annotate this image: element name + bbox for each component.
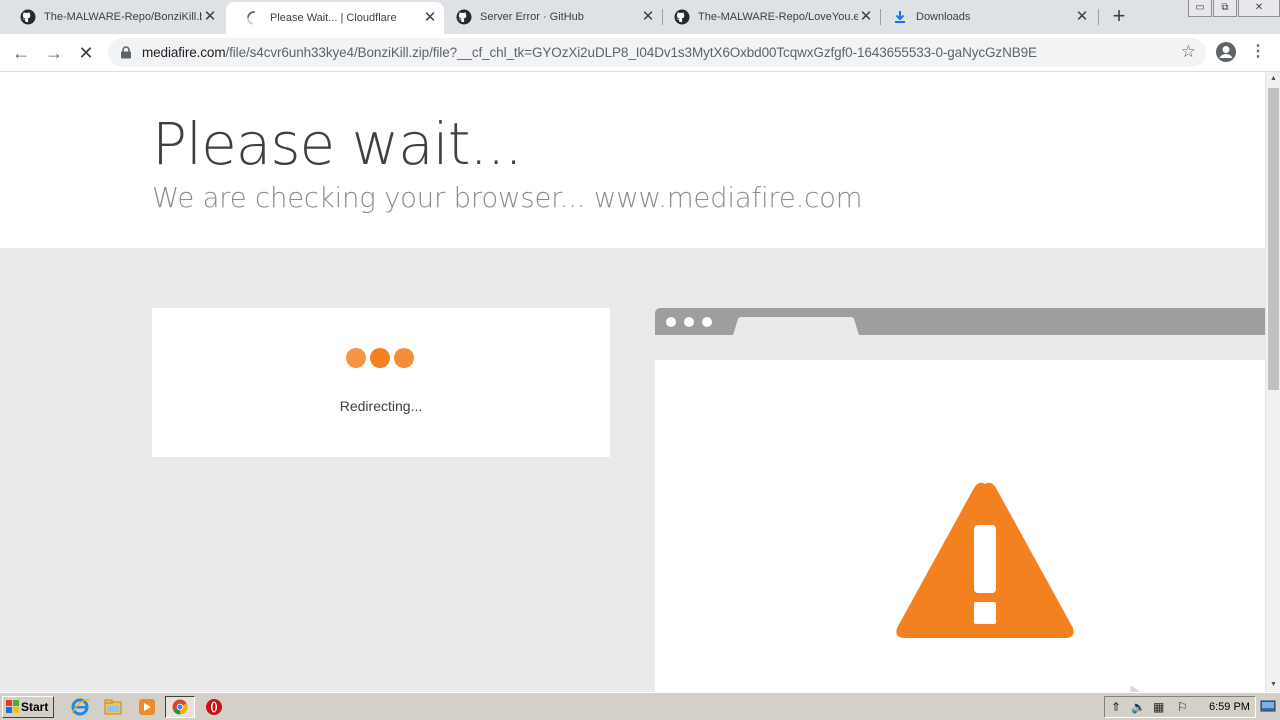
network-icon[interactable]: ▦ bbox=[1153, 700, 1164, 714]
minimize-button[interactable]: ▭ bbox=[1188, 0, 1212, 17]
bookmark-star-icon[interactable]: ☆ bbox=[1181, 42, 1196, 62]
tab-bonzikill-repo[interactable]: The-MALWARE-Repo/BonziKill.bat ✕ bbox=[0, 0, 224, 34]
redirect-status: Redirecting... bbox=[339, 398, 423, 414]
browser-illustration bbox=[655, 308, 1265, 692]
tab-github-server-error[interactable]: Server Error · GitHub ✕ bbox=[446, 0, 662, 34]
tab-title: Server Error · GitHub bbox=[480, 11, 584, 23]
tab-strip: The-MALWARE-Repo/BonziKill.bat ✕ Please … bbox=[0, 0, 1280, 34]
file-explorer-icon[interactable] bbox=[103, 697, 123, 717]
tab-loveyou-repo[interactable]: The-MALWARE-Repo/LoveYou.exe ✕ bbox=[664, 0, 880, 34]
stop-loading-button[interactable]: ✕ bbox=[75, 42, 97, 64]
scroll-down-arrow-icon[interactable]: ▼ bbox=[1266, 678, 1280, 692]
browser-toolbar: ← → ✕ mediafire.com/file/s4cvr6unh33kye4… bbox=[0, 34, 1280, 72]
illustration-tab bbox=[733, 317, 859, 335]
tab-title: The-MALWARE-Repo/BonziKill.bat bbox=[44, 11, 202, 23]
illustration-toolbar bbox=[655, 335, 1265, 360]
page-title: Please wait... bbox=[152, 110, 523, 178]
tab-close-button[interactable]: ✕ bbox=[1074, 9, 1090, 25]
page-viewport: Please wait... We are checking your brow… bbox=[0, 72, 1265, 692]
back-button[interactable]: ← bbox=[10, 42, 32, 64]
page-subtitle: We are checking your browser... www.medi… bbox=[152, 182, 863, 214]
action-center-flag-icon[interactable]: ⚐ bbox=[1177, 700, 1188, 714]
lock-icon bbox=[120, 46, 132, 59]
tab-title: The-MALWARE-Repo/LoveYou.exe bbox=[698, 11, 858, 23]
show-desktop-icon[interactable] bbox=[1260, 698, 1276, 714]
loading-dot bbox=[394, 348, 414, 368]
loading-dot bbox=[370, 348, 390, 368]
scrollbar-thumb[interactable] bbox=[1268, 88, 1279, 390]
illustration-body bbox=[655, 360, 1265, 692]
browser-menu-button[interactable]: ⋮ bbox=[1250, 42, 1266, 62]
windows-logo-icon bbox=[6, 700, 19, 713]
url-host: mediafire.com bbox=[142, 45, 226, 60]
tab-separator bbox=[1098, 9, 1099, 25]
tab-close-button[interactable]: ✕ bbox=[202, 9, 218, 25]
start-label: Start bbox=[21, 700, 49, 714]
tab-separator bbox=[880, 9, 881, 25]
tab-close-button[interactable]: ✕ bbox=[858, 9, 874, 25]
tab-close-button[interactable]: ✕ bbox=[422, 10, 438, 26]
anyrun-watermark-logo: ANY RUN bbox=[1040, 685, 1240, 692]
chrome-icon bbox=[172, 699, 188, 715]
page-header: Please wait... We are checking your brow… bbox=[0, 72, 1265, 248]
tab-close-button[interactable]: ✕ bbox=[640, 9, 656, 25]
vertical-scrollbar[interactable]: ▲ ▼ bbox=[1265, 72, 1280, 692]
url-text: mediafire.com/file/s4cvr6unh33kye4/Bonzi… bbox=[142, 45, 1037, 60]
scroll-up-arrow-icon[interactable]: ▲ bbox=[1266, 72, 1280, 86]
window-controls: ▭ ⧉ ✕ bbox=[1187, 0, 1280, 18]
windows-taskbar: Start ⇑ 🔈 ▦ ⚐ 6:59 PM bbox=[0, 692, 1280, 720]
show-hidden-icons-icon[interactable]: ⇑ bbox=[1111, 700, 1121, 714]
illustration-dot bbox=[702, 317, 712, 327]
new-tab-button[interactable]: + bbox=[1108, 5, 1130, 28]
restore-button[interactable]: ⧉ bbox=[1213, 0, 1237, 17]
illustration-dot bbox=[684, 317, 694, 327]
github-icon bbox=[674, 9, 690, 25]
system-tray: ⇑ 🔈 ▦ ⚐ 6:59 PM bbox=[1104, 696, 1256, 718]
internet-explorer-icon[interactable] bbox=[70, 697, 90, 717]
close-window-button[interactable]: ✕ bbox=[1238, 0, 1280, 17]
taskbar-clock[interactable]: 6:59 PM bbox=[1209, 701, 1250, 713]
github-icon bbox=[20, 9, 36, 25]
download-icon bbox=[892, 9, 908, 25]
volume-icon[interactable]: 🔈 bbox=[1131, 700, 1146, 714]
warning-triangle-icon bbox=[896, 482, 1074, 638]
tab-downloads[interactable]: Downloads ✕ bbox=[882, 0, 1096, 34]
forward-button[interactable]: → bbox=[43, 42, 65, 64]
media-player-icon[interactable] bbox=[137, 697, 157, 717]
start-button[interactable]: Start bbox=[2, 696, 54, 718]
illustration-titlebar bbox=[655, 308, 1265, 335]
loading-dots-icon bbox=[346, 348, 418, 368]
chrome-taskbar-button[interactable] bbox=[165, 696, 195, 718]
profile-avatar-icon[interactable] bbox=[1215, 41, 1237, 63]
github-icon bbox=[456, 9, 472, 25]
tab-title: Downloads bbox=[916, 11, 971, 23]
loading-dot bbox=[346, 348, 366, 368]
tab-title: Please Wait... | Cloudflare bbox=[270, 12, 397, 24]
tab-separator bbox=[662, 9, 663, 25]
opera-icon[interactable] bbox=[204, 697, 224, 717]
loading-spinner-icon bbox=[246, 10, 262, 26]
url-path: /file/s4cvr6unh33kye4/BonziKill.zip/file… bbox=[225, 45, 1037, 60]
illustration-dot bbox=[666, 317, 676, 327]
address-bar[interactable]: mediafire.com/file/s4cvr6unh33kye4/Bonzi… bbox=[108, 38, 1206, 67]
redirect-card: Redirecting... bbox=[152, 308, 610, 457]
tab-cloudflare-please-wait[interactable]: Please Wait... | Cloudflare ✕ bbox=[226, 2, 444, 34]
